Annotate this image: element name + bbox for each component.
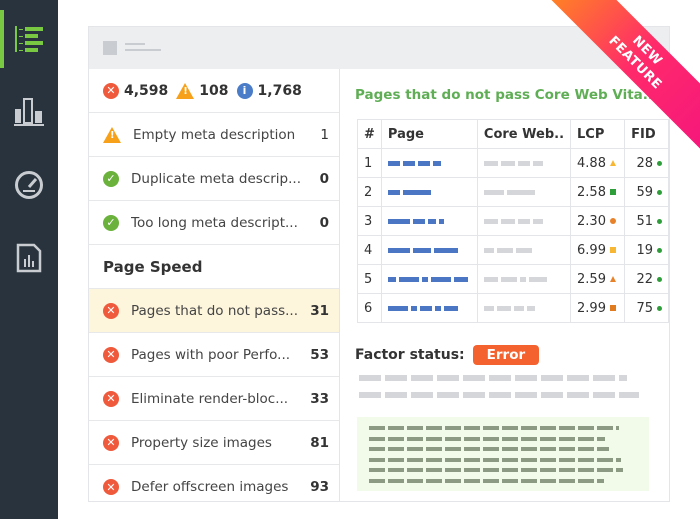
warning-icon: ! — [176, 82, 195, 99]
row-number: 6 — [357, 293, 382, 323]
error-icon: ✕ — [103, 82, 119, 99]
warning-count: 108 — [199, 82, 229, 99]
triangle-marker-icon — [609, 276, 616, 282]
list-item[interactable]: ✓ Duplicate meta descrip... 0 — [89, 157, 339, 201]
lcp-cell: 2.58 — [570, 177, 626, 207]
list-item[interactable]: ✕ Pages that do not pass... 31 — [89, 289, 339, 333]
list-icon — [15, 26, 43, 52]
error-icon: ✕ — [103, 479, 119, 495]
row-number: 2 — [357, 177, 382, 207]
circle-marker-icon — [657, 218, 662, 224]
fid-cell: 59 — [624, 177, 669, 207]
core-web-vitals-cell — [476, 177, 572, 207]
row-number: 1 — [357, 148, 382, 178]
circle-marker-icon — [657, 247, 662, 253]
page-link[interactable] — [380, 206, 478, 236]
col-header: # — [357, 119, 382, 149]
fid-cell: 22 — [624, 264, 669, 294]
lcp-cell: 2.99 — [570, 293, 626, 323]
sidebar-item-rankings[interactable] — [0, 90, 58, 134]
lcp-cell: 4.88 — [570, 148, 626, 178]
table-row[interactable]: 2 2.58 59 — [357, 177, 669, 207]
recommendation-box — [357, 417, 649, 491]
square-marker-icon — [609, 189, 616, 195]
core-web-vitals-cell — [476, 148, 572, 178]
card-header — [89, 27, 669, 69]
col-header: FID — [624, 119, 669, 149]
fid-cell: 28 — [624, 148, 669, 178]
circle-marker-icon — [657, 305, 662, 311]
fid-cell: 51 — [624, 206, 669, 236]
report-icon — [16, 243, 42, 273]
table-row[interactable]: 3 2.30 51 — [357, 206, 669, 236]
list-item[interactable]: ✓ Too long meta descript... 0 — [89, 201, 339, 245]
table-row[interactable]: 5 2.59 22 — [357, 264, 669, 294]
factor-status: Factor status: Error — [355, 345, 540, 365]
col-header: Core Web.. — [476, 119, 572, 149]
core-web-vitals-cell — [476, 206, 572, 236]
page-link[interactable] — [380, 235, 478, 265]
sidebar-item-reports[interactable] — [0, 236, 58, 280]
row-number: 4 — [357, 235, 382, 265]
sidebar — [0, 0, 58, 519]
list-item[interactable]: ✕ Eliminate render-bloc... 33 — [89, 377, 339, 421]
status-badge: Error — [472, 345, 540, 365]
warning-icon: ! — [103, 126, 121, 143]
description-placeholder — [359, 375, 639, 409]
list-item[interactable]: ! Empty meta description 1 — [89, 113, 339, 157]
pages-table: # Page Core Web.. LCP FID 1 4.88 28 2 2.5… — [357, 119, 669, 323]
core-web-vitals-cell — [476, 293, 572, 323]
check-icon: ✓ — [103, 170, 119, 187]
table-row[interactable]: 1 4.88 28 — [357, 148, 669, 178]
error-icon: ✕ — [103, 434, 119, 451]
col-header: LCP — [570, 119, 626, 149]
error-count: 4,598 — [124, 82, 169, 99]
circle-marker-icon — [609, 218, 616, 224]
error-icon: ✕ — [103, 390, 119, 407]
list-item[interactable]: ✕ Property size images 81 — [89, 421, 339, 465]
lcp-cell: 2.59 — [570, 264, 626, 294]
table-row[interactable]: 4 6.99 19 — [357, 235, 669, 265]
fid-cell: 19 — [624, 235, 669, 265]
col-header: Page — [380, 119, 478, 149]
page-link[interactable] — [380, 264, 478, 294]
lcp-cell: 6.99 — [570, 235, 626, 265]
square-marker-icon — [609, 247, 616, 253]
detail-title: Pages that do not pass Core Web Vita... — [355, 87, 659, 103]
circle-marker-icon — [657, 276, 662, 282]
page-link[interactable] — [380, 177, 478, 207]
row-number: 3 — [357, 206, 382, 236]
summary-counts: ✕ 4,598 ! 108 i 1,768 — [89, 69, 339, 113]
core-web-vitals-cell — [476, 235, 572, 265]
section-title: Page Speed — [89, 245, 339, 289]
speedometer-icon — [15, 171, 43, 199]
square-marker-icon — [609, 305, 616, 311]
info-count: 1,768 — [257, 82, 302, 99]
audit-card: ✕ 4,598 ! 108 i 1,768 ! Empty meta descript… — [88, 26, 670, 502]
bar-chart-icon — [14, 98, 44, 126]
row-number: 5 — [357, 264, 382, 294]
list-item[interactable]: ✕ Pages with poor Perfo... 53 — [89, 333, 339, 377]
fid-cell: 75 — [624, 293, 669, 323]
page-link[interactable] — [380, 293, 478, 323]
sidebar-item-speed[interactable] — [0, 163, 58, 207]
issues-list: ✕ 4,598 ! 108 i 1,768 ! Empty meta descript… — [89, 69, 340, 501]
check-icon: ✓ — [103, 214, 119, 231]
list-item[interactable]: ✕ Defer offscreen images 93 — [89, 465, 339, 509]
page-link[interactable] — [380, 148, 478, 178]
sidebar-item-site-audit[interactable] — [0, 17, 58, 61]
circle-marker-icon — [657, 189, 662, 195]
error-icon: ✕ — [103, 346, 119, 363]
triangle-marker-icon — [609, 160, 616, 166]
core-web-vitals-cell — [476, 264, 572, 294]
placeholder-icon — [103, 41, 117, 55]
table-row[interactable]: 6 2.99 75 — [357, 293, 669, 323]
circle-marker-icon — [657, 160, 662, 166]
lcp-cell: 2.30 — [570, 206, 626, 236]
detail-panel: Pages that do not pass Core Web Vita... … — [355, 69, 669, 501]
error-icon: ✕ — [103, 302, 119, 319]
info-icon: i — [236, 82, 253, 99]
